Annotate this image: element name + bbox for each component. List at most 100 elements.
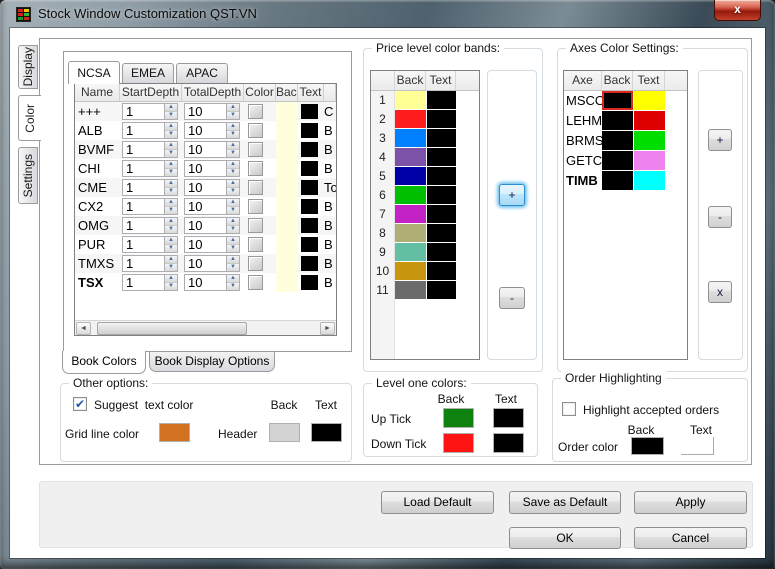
back-color-cell[interactable] (276, 235, 298, 254)
title-bar[interactable]: Stock Window Customization QST.VN x (0, 0, 775, 28)
grid-line-color-swatch[interactable] (159, 423, 190, 442)
spinner-arrows-icon[interactable]: ▲ ▼ (226, 123, 239, 138)
back-color-cell[interactable] (276, 273, 298, 292)
scroll-left-icon[interactable]: ◄ (76, 322, 91, 335)
band-text-swatch[interactable] (426, 281, 456, 300)
start-depth-spinner[interactable]: ▲▼ (122, 236, 178, 253)
total-depth-input[interactable] (185, 237, 226, 252)
color-checkbox[interactable] (248, 104, 263, 119)
total-depth-spinner[interactable]: ▲▼ (184, 122, 240, 139)
spinner-arrows-icon[interactable]: ▲ ▼ (226, 256, 239, 271)
back-color-cell[interactable] (276, 197, 298, 216)
start-depth-spinner[interactable]: ▲▼ (122, 160, 178, 177)
total-depth-input[interactable] (185, 256, 226, 271)
band-text-swatch[interactable] (426, 129, 456, 148)
start-depth-input[interactable] (123, 275, 164, 290)
axe-back-swatch[interactable] (602, 91, 633, 111)
start-depth-spinner[interactable]: ▲▼ (122, 255, 178, 272)
axe-text-swatch[interactable] (633, 151, 665, 171)
total-depth-spinner[interactable]: ▲▼ (184, 160, 240, 177)
axe-back-swatch[interactable] (602, 111, 633, 131)
total-depth-input[interactable] (185, 180, 226, 195)
total-depth-input[interactable] (185, 123, 226, 138)
text-color-swatch[interactable] (301, 104, 318, 119)
spinner-arrows-icon[interactable]: ▲ ▼ (164, 142, 177, 157)
text-color-swatch[interactable] (301, 256, 318, 271)
start-depth-spinner[interactable]: ▲▼ (122, 122, 178, 139)
spinner-arrows-icon[interactable]: ▲ ▼ (226, 142, 239, 157)
start-depth-input[interactable] (123, 237, 164, 252)
band-back-swatch[interactable] (395, 186, 426, 205)
band-text-swatch[interactable] (426, 148, 456, 167)
tab-ncsa[interactable]: NCSA (68, 61, 120, 84)
band-text-swatch[interactable] (426, 167, 456, 186)
total-depth-input[interactable] (185, 161, 226, 176)
total-depth-input[interactable] (185, 142, 226, 157)
add-band-button[interactable]: + (499, 184, 525, 206)
load-default-button[interactable]: Load Default (381, 491, 494, 514)
delete-axe-button[interactable]: x (708, 281, 732, 303)
spinner-arrows-icon[interactable]: ▲ ▼ (164, 237, 177, 252)
back-color-cell[interactable] (276, 254, 298, 273)
suggest-text-color-checkbox[interactable]: ✔ (73, 397, 87, 411)
up-tick-back-swatch[interactable] (443, 408, 474, 428)
color-checkbox[interactable] (248, 142, 263, 157)
spinner-arrows-icon[interactable]: ▲ ▼ (164, 123, 177, 138)
total-depth-spinner[interactable]: ▲▼ (184, 236, 240, 253)
back-color-cell[interactable] (276, 121, 298, 140)
text-color-swatch[interactable] (301, 142, 318, 157)
tab-emea[interactable]: EMEA (122, 63, 174, 83)
order-back-swatch[interactable] (631, 437, 664, 455)
back-color-cell[interactable] (276, 102, 298, 121)
band-text-swatch[interactable] (426, 110, 456, 129)
start-depth-input[interactable] (123, 123, 164, 138)
band-text-swatch[interactable] (426, 186, 456, 205)
start-depth-input[interactable] (123, 199, 164, 214)
back-color-cell[interactable] (276, 140, 298, 159)
start-depth-spinner[interactable]: ▲▼ (122, 198, 178, 215)
spinner-arrows-icon[interactable]: ▲ ▼ (226, 104, 239, 119)
total-depth-spinner[interactable]: ▲▼ (184, 198, 240, 215)
back-color-cell[interactable] (276, 216, 298, 235)
total-depth-spinner[interactable]: ▲▼ (184, 255, 240, 272)
spinner-arrows-icon[interactable]: ▲ ▼ (164, 161, 177, 176)
start-depth-input[interactable] (123, 180, 164, 195)
tab-apac[interactable]: APAC (176, 63, 228, 83)
band-back-swatch[interactable] (395, 110, 426, 129)
header-text-swatch[interactable] (311, 423, 342, 442)
header-back-swatch[interactable] (269, 423, 300, 442)
spinner-arrows-icon[interactable]: ▲ ▼ (226, 199, 239, 214)
spinner-arrows-icon[interactable]: ▲ ▼ (226, 237, 239, 252)
start-depth-input[interactable] (123, 161, 164, 176)
text-color-swatch[interactable] (301, 161, 318, 176)
band-back-swatch[interactable] (395, 167, 426, 186)
apply-button[interactable]: Apply (634, 491, 747, 514)
scroll-right-icon[interactable]: ► (320, 322, 335, 335)
spinner-arrows-icon[interactable]: ▲ ▼ (226, 161, 239, 176)
band-back-swatch[interactable] (395, 262, 426, 281)
scrollbar-thumb[interactable] (97, 322, 247, 335)
cancel-button[interactable]: Cancel (634, 527, 747, 549)
total-depth-input[interactable] (185, 275, 226, 290)
tab-book-colors[interactable]: Book Colors (62, 351, 146, 374)
band-text-swatch[interactable] (426, 205, 456, 224)
total-depth-spinner[interactable]: ▲▼ (184, 217, 240, 234)
band-text-swatch[interactable] (426, 262, 456, 281)
color-checkbox[interactable] (248, 161, 263, 176)
color-checkbox[interactable] (248, 199, 263, 214)
total-depth-input[interactable] (185, 104, 226, 119)
remove-band-button[interactable]: - (499, 287, 525, 309)
start-depth-spinner[interactable]: ▲▼ (122, 141, 178, 158)
color-checkbox[interactable] (248, 180, 263, 195)
text-color-swatch[interactable] (301, 123, 318, 138)
start-depth-spinner[interactable]: ▲▼ (122, 103, 178, 120)
band-back-swatch[interactable] (395, 281, 426, 300)
text-color-swatch[interactable] (301, 218, 318, 233)
total-depth-input[interactable] (185, 218, 226, 233)
axe-text-swatch[interactable] (633, 131, 665, 151)
tab-book-display-options[interactable]: Book Display Options (149, 351, 275, 372)
tab-settings[interactable]: Settings (18, 147, 38, 204)
spinner-arrows-icon[interactable]: ▲ ▼ (226, 180, 239, 195)
back-color-cell[interactable] (276, 178, 298, 197)
spinner-arrows-icon[interactable]: ▲ ▼ (226, 218, 239, 233)
